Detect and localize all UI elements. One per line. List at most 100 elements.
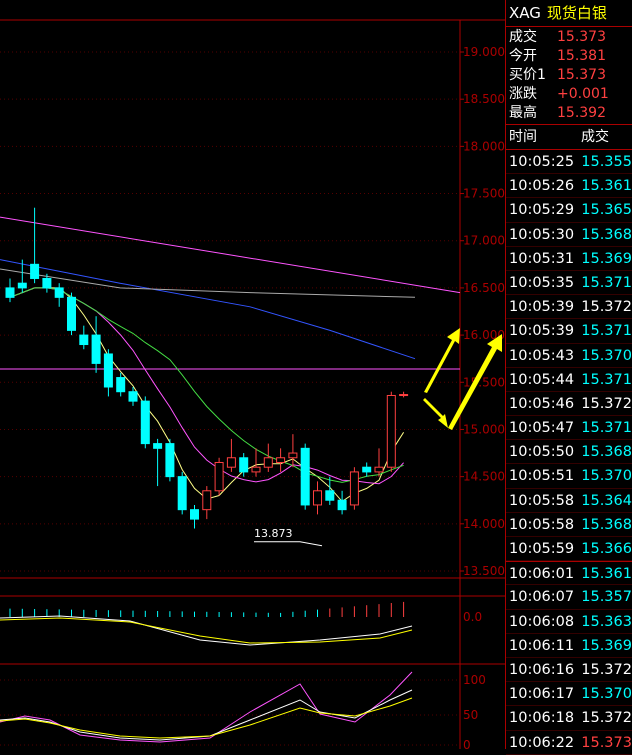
candle-body bbox=[251, 466, 261, 473]
tick-row: 10:05:59 15.366 bbox=[506, 537, 632, 562]
y-tick-label: 19.000 bbox=[463, 45, 505, 59]
candle-body bbox=[128, 391, 138, 402]
tick-price: 15.372 bbox=[581, 661, 632, 678]
tick-row: 10:05:44 15.371 bbox=[506, 368, 632, 392]
low-annotation: 13.873 bbox=[254, 527, 293, 540]
tick-time: 10:05:35 bbox=[509, 274, 575, 291]
quote-label: 成交 bbox=[509, 29, 537, 45]
tick-price: 15.366 bbox=[581, 541, 632, 557]
macd-zero-label: 0.0 bbox=[463, 610, 482, 624]
y-tick-label: 14.000 bbox=[463, 517, 505, 531]
tick-price: 15.371 bbox=[581, 420, 632, 437]
ticks-price-header: 成交 bbox=[581, 129, 609, 145]
quote-panel: XAG 现货白银 成交 15.373 今开 15.381 买价1 15.373 涨跌 +0.00… bbox=[505, 0, 632, 755]
tick-time: 10:06:07 bbox=[509, 589, 575, 606]
up-arrow-annotation bbox=[424, 328, 460, 393]
tick-row: 10:05:58 15.364 bbox=[506, 489, 632, 513]
kdj-tick-label: 50 bbox=[463, 708, 478, 722]
tick-price: 15.363 bbox=[581, 613, 632, 630]
candle-body bbox=[226, 457, 236, 468]
tick-price: 15.355 bbox=[581, 154, 632, 170]
quote-label: 买价1 bbox=[509, 67, 546, 83]
candle-body bbox=[91, 334, 101, 364]
candle-body bbox=[313, 490, 322, 506]
tick-row: 10:06:18 15.372 bbox=[506, 706, 632, 731]
tick-time: 10:05:25 bbox=[509, 154, 575, 170]
tick-time: 10:05:43 bbox=[509, 347, 575, 364]
price-chart[interactable]: 19.00018.50018.00017.50017.00016.50016.0… bbox=[0, 0, 505, 749]
quote-value: 15.392 bbox=[557, 105, 606, 121]
quote-summary: 成交 15.373 今开 15.381 买价1 15.373 涨跌 +0.001 最高 15.39… bbox=[506, 27, 632, 125]
candle-body bbox=[386, 394, 396, 468]
tick-price: 15.370 bbox=[581, 347, 632, 364]
y-tick-label: 18.500 bbox=[463, 92, 505, 106]
tick-price: 15.364 bbox=[581, 492, 632, 509]
candle-body bbox=[362, 466, 372, 473]
symbol-code: XAG bbox=[509, 4, 541, 22]
y-tick-label: 16.500 bbox=[463, 281, 505, 295]
tick-time: 10:06:08 bbox=[509, 613, 575, 630]
tick-row: 10:05:39 15.371 bbox=[506, 319, 632, 344]
y-tick-label: 17.000 bbox=[463, 234, 505, 248]
tick-time: 10:05:39 bbox=[509, 323, 575, 340]
tick-price: 15.370 bbox=[581, 686, 632, 703]
y-tick-label: 14.500 bbox=[463, 470, 505, 484]
tick-time: 10:05:47 bbox=[509, 420, 575, 437]
quote-row: 买价1 15.373 bbox=[506, 66, 632, 85]
y-tick-label: 15.000 bbox=[463, 422, 505, 436]
tick-time: 10:05:44 bbox=[509, 371, 575, 388]
tick-price: 15.372 bbox=[581, 299, 632, 316]
tick-time: 10:05:50 bbox=[509, 444, 575, 461]
candle-body bbox=[190, 509, 199, 520]
quote-header: XAG 现货白银 bbox=[506, 0, 632, 27]
tick-list[interactable]: 10:05:25 15.355 10:05:26 15.361 10:05:29 15.3… bbox=[506, 150, 632, 755]
tick-row: 10:06:11 15.369 bbox=[506, 634, 632, 658]
candle-body bbox=[54, 287, 64, 298]
low-marker-line bbox=[254, 541, 323, 547]
tick-price: 15.372 bbox=[581, 395, 632, 412]
tick-price: 15.361 bbox=[581, 566, 632, 583]
kdj-tick-label: 100 bbox=[463, 673, 486, 687]
tick-time: 10:06:18 bbox=[509, 710, 575, 727]
tick-row: 10:05:47 15.371 bbox=[506, 416, 632, 441]
tick-time: 10:06:16 bbox=[509, 661, 575, 678]
tick-row: 10:06:17 15.370 bbox=[506, 682, 632, 707]
kdj-k-line bbox=[0, 689, 413, 741]
candle-body bbox=[30, 263, 40, 279]
candle-body bbox=[300, 447, 310, 506]
kdj-j-line bbox=[0, 671, 413, 743]
candle-body bbox=[202, 490, 212, 511]
tick-price: 15.361 bbox=[581, 178, 632, 195]
tick-row: 10:06:16 15.372 bbox=[506, 658, 632, 683]
tick-price: 15.368 bbox=[581, 226, 632, 243]
candle-body bbox=[140, 400, 150, 445]
tick-price: 15.368 bbox=[581, 444, 632, 461]
tick-time: 10:05:29 bbox=[509, 202, 575, 219]
tick-time: 10:06:01 bbox=[509, 566, 575, 583]
tick-price: 15.365 bbox=[581, 202, 632, 219]
ticks-header: 时间 成交 bbox=[506, 125, 632, 150]
candle-body bbox=[214, 461, 224, 492]
tick-price: 15.371 bbox=[581, 371, 632, 388]
y-tick-label: 17.500 bbox=[463, 187, 505, 201]
tick-time: 10:05:46 bbox=[509, 395, 575, 412]
quote-row: 今开 15.381 bbox=[506, 47, 632, 66]
candle-body bbox=[263, 457, 273, 468]
candle-body bbox=[337, 499, 347, 511]
candle-body bbox=[177, 476, 187, 511]
quote-label: 最高 bbox=[509, 105, 537, 121]
candle-body bbox=[325, 490, 335, 501]
macd-dif-line bbox=[0, 615, 413, 646]
tick-time: 10:05:51 bbox=[509, 468, 575, 485]
kdj-d-line bbox=[0, 697, 413, 739]
quote-label: 涨跌 bbox=[509, 86, 537, 102]
tick-row: 10:05:26 15.361 bbox=[506, 174, 632, 199]
quote-value: +0.001 bbox=[557, 86, 609, 102]
ticks-time-header: 时间 bbox=[509, 129, 537, 145]
tick-row: 10:06:07 15.357 bbox=[506, 585, 632, 610]
tick-time: 10:05:58 bbox=[509, 492, 575, 509]
candle-body bbox=[116, 377, 126, 393]
tick-price: 15.369 bbox=[581, 637, 632, 654]
tick-price: 15.368 bbox=[581, 516, 632, 533]
y-tick-label: 18.000 bbox=[463, 139, 505, 153]
